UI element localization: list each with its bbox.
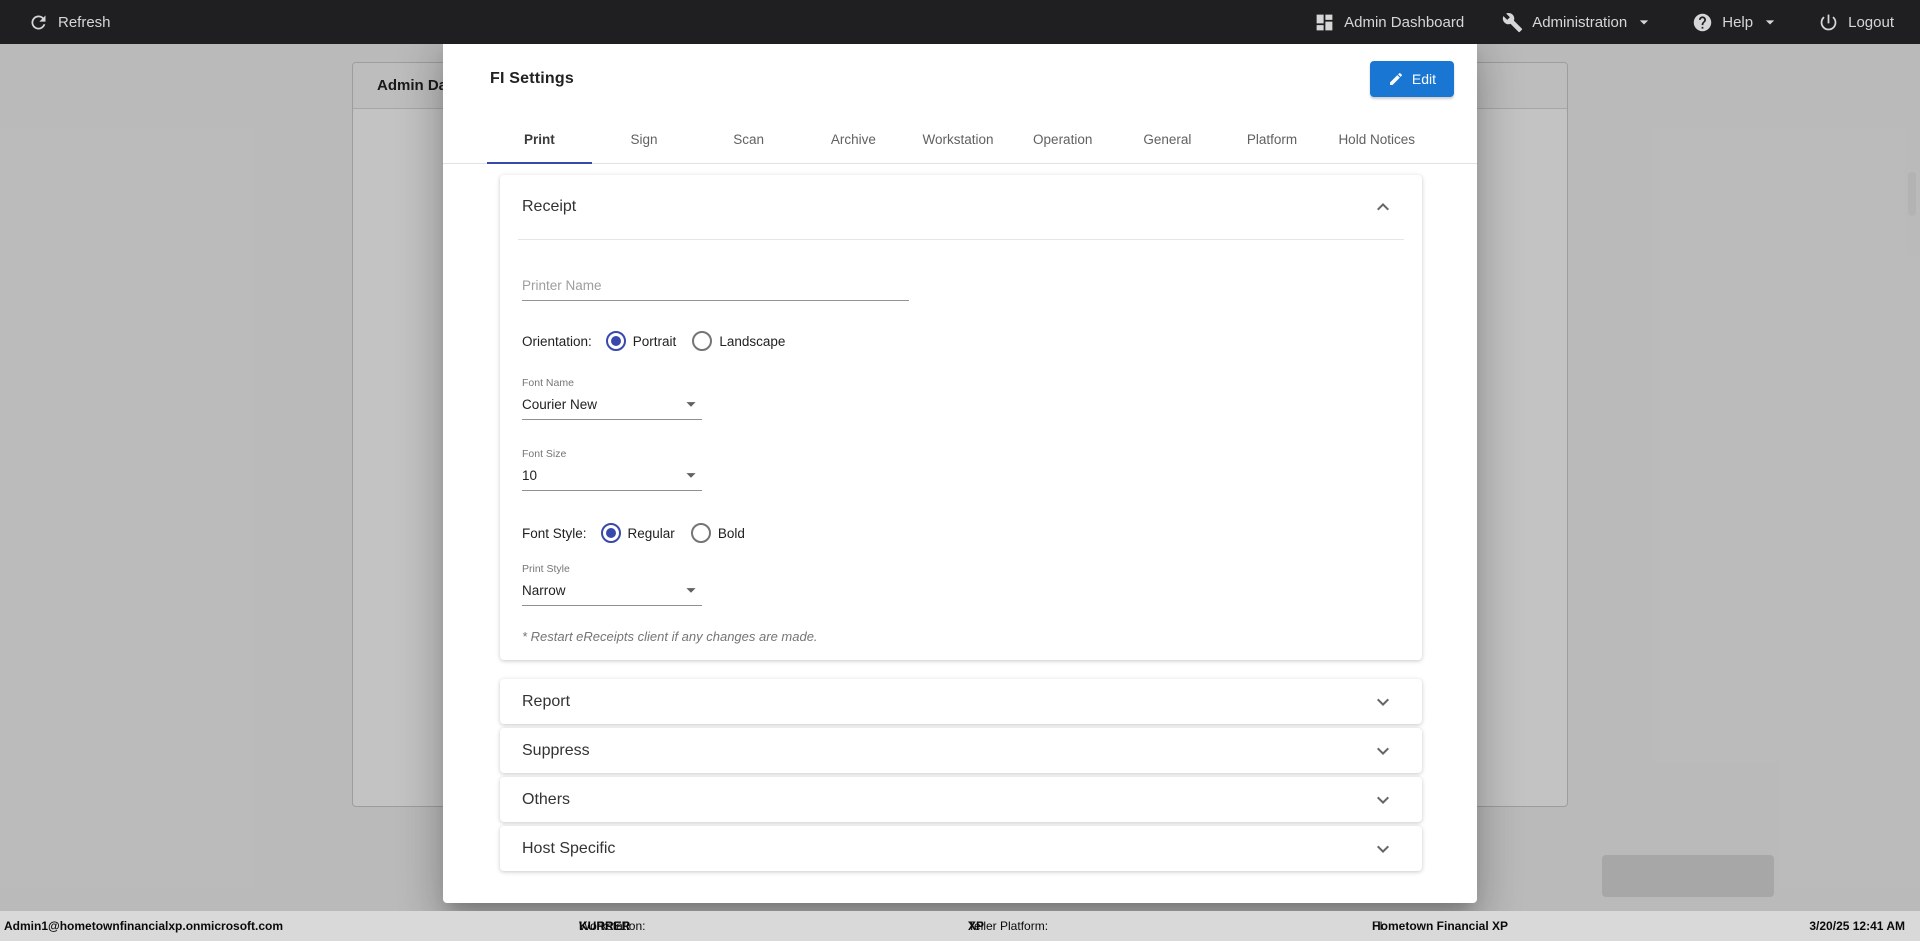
- receipt-title: Receipt: [522, 198, 576, 216]
- report-accordion-header[interactable]: Report: [500, 679, 1422, 724]
- tab-workstation[interactable]: Workstation: [906, 116, 1011, 163]
- dropdown-arrow-icon: [680, 579, 702, 601]
- report-title: Report: [522, 693, 570, 711]
- tab-operation[interactable]: Operation: [1010, 116, 1115, 163]
- chevron-down-icon: [1634, 12, 1654, 32]
- others-section: Others: [500, 777, 1422, 822]
- edit-button[interactable]: Edit: [1370, 61, 1454, 97]
- printer-name-input[interactable]: [522, 278, 909, 301]
- refresh-icon: [28, 12, 49, 33]
- host-specific-accordion-header[interactable]: Host Specific: [500, 826, 1422, 871]
- pencil-icon: [1388, 71, 1404, 87]
- help-menu[interactable]: Help: [1692, 12, 1780, 33]
- logout-label: Logout: [1848, 14, 1894, 31]
- logged-in-user: Admin1@hometownfinancialxp.onmicrosoft.c…: [4, 919, 283, 933]
- report-section: Report: [500, 679, 1422, 724]
- top-navigation-bar: Refresh Admin Dashboard Administration H…: [0, 0, 1920, 44]
- receipt-section: Receipt Orientation: Portrait Landsca: [500, 175, 1422, 660]
- refresh-button[interactable]: Refresh: [28, 12, 111, 33]
- active-tab-indicator: [487, 162, 592, 164]
- status-bar: Admin1@hometownfinancialxp.onmicrosoft.c…: [0, 911, 1920, 941]
- dropdown-arrow-icon: [680, 393, 702, 415]
- dashboard-icon: [1314, 12, 1335, 33]
- admin-dashboard-button[interactable]: Admin Dashboard: [1314, 12, 1464, 33]
- radio-landscape-label: Landscape: [719, 334, 785, 349]
- suppress-section: Suppress: [500, 728, 1422, 773]
- font-name-value: Courier New: [522, 397, 597, 412]
- suppress-accordion-header[interactable]: Suppress: [500, 728, 1422, 773]
- radio-portrait[interactable]: Portrait: [606, 331, 677, 351]
- chevron-down-icon: [1371, 739, 1395, 763]
- datetime: 3/20/25 12:41 AM: [1809, 919, 1905, 933]
- radio-bold[interactable]: Bold: [691, 523, 745, 543]
- tab-platform[interactable]: Platform: [1220, 116, 1325, 163]
- tab-sign[interactable]: Sign: [592, 116, 697, 163]
- chevron-down-icon: [1760, 12, 1780, 32]
- chevron-down-icon: [1371, 788, 1395, 812]
- font-name-label: Font Name: [522, 377, 702, 389]
- font-style-radio-group: Font Style: Regular Bold: [522, 521, 1395, 545]
- settings-tabs: Print Sign Scan Archive Workstation Oper…: [443, 116, 1477, 164]
- radio-selected-icon: [606, 331, 626, 351]
- orientation-label: Orientation:: [522, 334, 592, 349]
- tab-general[interactable]: General: [1115, 116, 1220, 163]
- workstation-info: Workstation: KURRER: [579, 919, 630, 933]
- host-specific-title: Host Specific: [522, 840, 615, 858]
- print-style-value: Narrow: [522, 583, 566, 598]
- receipt-accordion-header[interactable]: Receipt: [500, 175, 1422, 239]
- fi-value: Hometown Financial XP: [1372, 919, 1508, 933]
- settings-content: Receipt Orientation: Portrait Landsca: [443, 164, 1477, 895]
- administration-label: Administration: [1532, 14, 1627, 31]
- chevron-up-icon: [1371, 195, 1395, 219]
- tab-hold-notices[interactable]: Hold Notices: [1324, 116, 1429, 163]
- chevron-down-icon: [1371, 837, 1395, 861]
- font-style-label: Font Style:: [522, 526, 587, 541]
- dialog-title: FI Settings: [490, 70, 574, 88]
- wrench-icon: [1502, 12, 1523, 33]
- help-icon: [1692, 12, 1713, 33]
- radio-bold-label: Bold: [718, 526, 745, 541]
- administration-menu[interactable]: Administration: [1502, 12, 1654, 33]
- chevron-down-icon: [1371, 690, 1395, 714]
- edit-button-label: Edit: [1412, 71, 1436, 87]
- radio-landscape[interactable]: Landscape: [692, 331, 785, 351]
- help-label: Help: [1722, 14, 1753, 31]
- admin-dashboard-label: Admin Dashboard: [1344, 14, 1464, 31]
- font-size-value: 10: [522, 468, 537, 483]
- teller-platform-info: Teller Platform: XP: [968, 919, 984, 933]
- fi-settings-dialog: FI Settings Edit Print Sign Scan Archive…: [443, 37, 1477, 903]
- others-title: Others: [522, 791, 570, 809]
- tab-archive[interactable]: Archive: [801, 116, 906, 163]
- font-name-select[interactable]: Font Name Courier New: [522, 377, 702, 420]
- print-style-select[interactable]: Print Style Narrow: [522, 563, 702, 606]
- font-size-label: Font Size: [522, 448, 702, 460]
- radio-portrait-label: Portrait: [633, 334, 677, 349]
- refresh-label: Refresh: [58, 14, 111, 31]
- font-size-select[interactable]: Font Size 10: [522, 448, 702, 491]
- radio-selected-icon: [601, 523, 621, 543]
- suppress-title: Suppress: [522, 742, 590, 760]
- page-scrollbar-thumb[interactable]: [1908, 172, 1916, 216]
- fi-info: FI: Hometown Financial XP: [1372, 919, 1508, 933]
- logout-button[interactable]: Logout: [1818, 12, 1894, 33]
- tab-scan[interactable]: Scan: [696, 116, 801, 163]
- radio-regular-label: Regular: [628, 526, 675, 541]
- tab-print[interactable]: Print: [487, 116, 592, 163]
- orientation-radio-group: Orientation: Portrait Landscape: [522, 329, 1395, 353]
- radio-regular[interactable]: Regular: [601, 523, 675, 543]
- restart-note: * Restart eReceipts client if any change…: [522, 629, 1395, 644]
- receipt-divider: [518, 239, 1404, 240]
- dropdown-arrow-icon: [680, 464, 702, 486]
- power-icon: [1818, 12, 1839, 33]
- print-style-label: Print Style: [522, 563, 702, 575]
- others-accordion-header[interactable]: Others: [500, 777, 1422, 822]
- radio-unselected-icon: [691, 523, 711, 543]
- radio-unselected-icon: [692, 331, 712, 351]
- host-specific-section: Host Specific: [500, 826, 1422, 871]
